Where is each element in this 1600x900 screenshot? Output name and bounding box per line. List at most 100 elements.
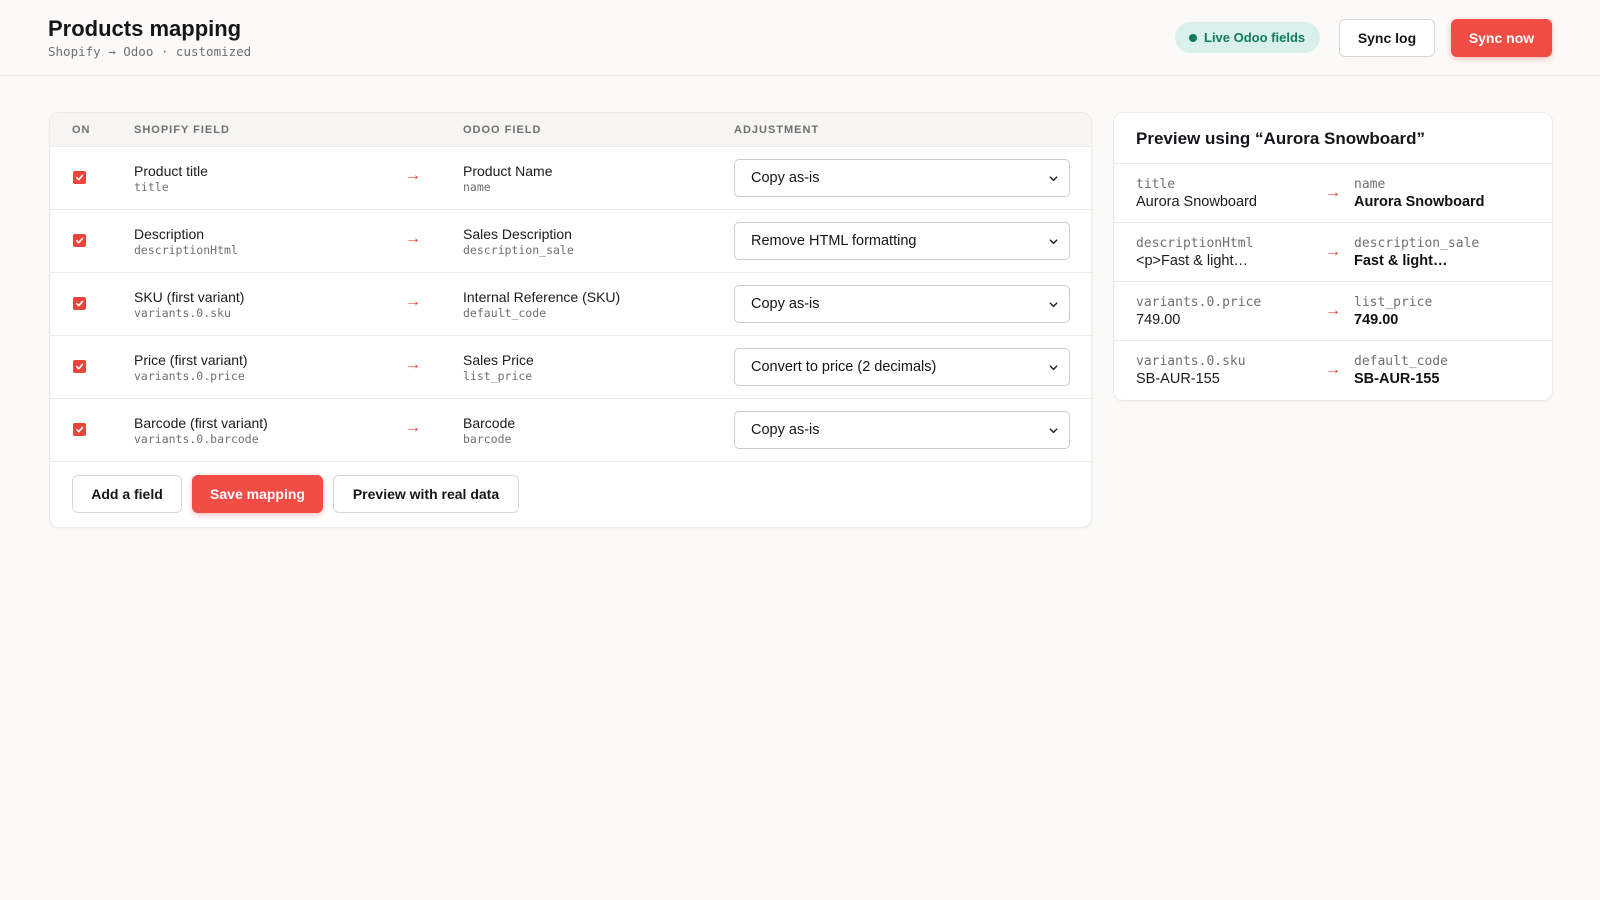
add-field-label: Add a field [91, 486, 163, 502]
shopify-field-key: variants.0.sku [134, 306, 231, 320]
source-key: title [1136, 177, 1176, 192]
odoo-field-key: list_price [463, 369, 533, 383]
adjustment-select[interactable]: Convert to price (2 decimals) [734, 348, 1070, 386]
column-header-shopify-field: SHOPIFY FIELD [134, 124, 230, 136]
enable-checkbox[interactable] [73, 297, 86, 310]
adjustment-select-value: Copy as-is [751, 422, 820, 438]
sync-now-button[interactable]: Sync now [1451, 19, 1552, 57]
shopify-field-key: descriptionHtml [134, 243, 238, 257]
arrow-right-icon: → [405, 419, 421, 436]
odoo-field-key: barcode [463, 432, 512, 446]
page-title: Products mapping [48, 16, 242, 41]
checkmark-icon [75, 300, 84, 307]
adjustment-select[interactable]: Remove HTML formatting [734, 222, 1070, 260]
live-odoo-fields-label: Live Odoo fields [1204, 30, 1306, 45]
odoo-field-key: name [463, 180, 491, 194]
target-key: name [1354, 177, 1386, 192]
enable-checkbox[interactable] [73, 423, 86, 436]
odoo-field-label: Sales Price [463, 352, 534, 368]
target-value: Aurora Snowboard [1354, 194, 1485, 210]
shopify-field-key: variants.0.price [134, 369, 245, 383]
target-key: list_price [1354, 295, 1433, 310]
checkmark-icon [75, 363, 84, 370]
mapping-row: SKU (first variant) variants.0.sku → Int… [50, 273, 1091, 336]
arrow-right-icon: → [1325, 302, 1341, 319]
odoo-field-label: Internal Reference (SKU) [463, 289, 621, 305]
column-header-adjustment: ADJUSTMENT [734, 124, 820, 136]
arrow-right-icon: → [1325, 184, 1341, 201]
arrow-right-icon: → [405, 293, 421, 310]
target-value: SB-AUR-155 [1354, 371, 1440, 387]
preview-row: variants.0.price 749.00 → list_price 749… [1114, 282, 1552, 341]
mapping-table-card: ON SHOPIFY FIELD ODOO FIELD ADJUSTMENT P… [49, 112, 1092, 528]
odoo-field-label: Sales Description [463, 226, 572, 242]
chevron-down-icon [1049, 239, 1058, 245]
arrow-right-icon: → [1325, 361, 1341, 378]
preview-row: title Aurora Snowboard → name Aurora Sno… [1114, 164, 1552, 223]
adjustment-select-value: Copy as-is [751, 170, 820, 186]
odoo-field-key: default_code [463, 306, 547, 320]
chevron-down-icon [1049, 428, 1058, 434]
adjustment-select-value: Remove HTML formatting [751, 233, 917, 249]
mapping-row: Price (first variant) variants.0.price →… [50, 336, 1091, 399]
status-dot-icon [1189, 33, 1197, 42]
shopify-field-label: Description [134, 226, 205, 242]
source-value: Aurora Snowboard [1136, 194, 1257, 210]
chevron-down-icon [1049, 302, 1058, 308]
enable-checkbox[interactable] [73, 234, 86, 247]
source-value: <p>Fast & light… [1136, 253, 1249, 269]
chevron-down-icon [1049, 176, 1058, 182]
target-key: description_sale [1354, 236, 1480, 251]
adjustment-select[interactable]: Copy as-is [734, 285, 1070, 323]
odoo-field-label: Barcode [463, 415, 516, 431]
shopify-field-key: variants.0.barcode [134, 432, 259, 446]
mapping-row: Product title title → Product Name name … [50, 147, 1091, 210]
adjustment-select[interactable]: Copy as-is [734, 411, 1070, 449]
column-header-on: ON [72, 124, 91, 136]
sync-log-label: Sync log [1357, 30, 1417, 46]
odoo-field-key: description_sale [463, 243, 574, 257]
preview-card: Preview using “Aurora Snowboard” title A… [1113, 112, 1553, 401]
target-value: 749.00 [1354, 312, 1399, 328]
arrow-right-icon: → [1325, 243, 1341, 260]
checkmark-icon [75, 174, 84, 181]
save-mapping-label: Save mapping [210, 486, 305, 502]
shopify-field-label: SKU (first variant) [134, 289, 245, 305]
save-mapping-button[interactable]: Save mapping [192, 475, 323, 513]
mapping-row: Barcode (first variant) variants.0.barco… [50, 399, 1091, 462]
checkmark-icon [75, 237, 84, 244]
source-key: descriptionHtml [1136, 236, 1254, 251]
target-value: Fast & light… [1354, 253, 1448, 269]
preview-real-data-label: Preview with real data [352, 486, 500, 502]
sync-log-button[interactable]: Sync log [1339, 19, 1435, 57]
odoo-field-label: Product Name [463, 163, 553, 179]
shopify-field-label: Product title [134, 163, 208, 179]
adjustment-select[interactable]: Copy as-is [734, 159, 1070, 197]
adjustment-select-value: Copy as-is [751, 296, 820, 312]
shopify-field-label: Barcode (first variant) [134, 415, 268, 431]
arrow-right-icon: → [405, 167, 421, 184]
mapping-row: Description descriptionHtml → Sales Desc… [50, 210, 1091, 273]
top-bar: Products mapping Shopify → Odoo · custom… [0, 0, 1600, 76]
arrow-right-icon: → [405, 230, 421, 247]
source-value: 749.00 [1136, 312, 1181, 328]
adjustment-select-value: Convert to price (2 decimals) [751, 359, 937, 375]
source-key: variants.0.sku [1136, 354, 1246, 369]
preview-row: variants.0.sku SB-AUR-155 → default_code… [1114, 341, 1552, 400]
page-subtitle: Shopify → Odoo · customized [48, 44, 252, 59]
shopify-field-key: title [134, 180, 169, 194]
preview-real-data-button[interactable]: Preview with real data [333, 475, 519, 513]
preview-row: descriptionHtml <p>Fast & light… → descr… [1114, 223, 1552, 282]
arrow-right-icon: → [405, 356, 421, 373]
enable-checkbox[interactable] [73, 171, 86, 184]
source-value: SB-AUR-155 [1136, 371, 1220, 387]
target-key: default_code [1354, 354, 1448, 369]
column-header-odoo-field: ODOO FIELD [463, 124, 542, 136]
add-field-button[interactable]: Add a field [72, 475, 182, 513]
sync-now-label: Sync now [1468, 30, 1535, 46]
preview-title: Preview using “Aurora Snowboard” [1136, 129, 1426, 148]
chevron-down-icon [1049, 365, 1058, 371]
live-odoo-fields-badge: Live Odoo fields [1175, 22, 1321, 53]
mapping-table-header: ON SHOPIFY FIELD ODOO FIELD ADJUSTMENT [50, 113, 1091, 147]
enable-checkbox[interactable] [73, 360, 86, 373]
